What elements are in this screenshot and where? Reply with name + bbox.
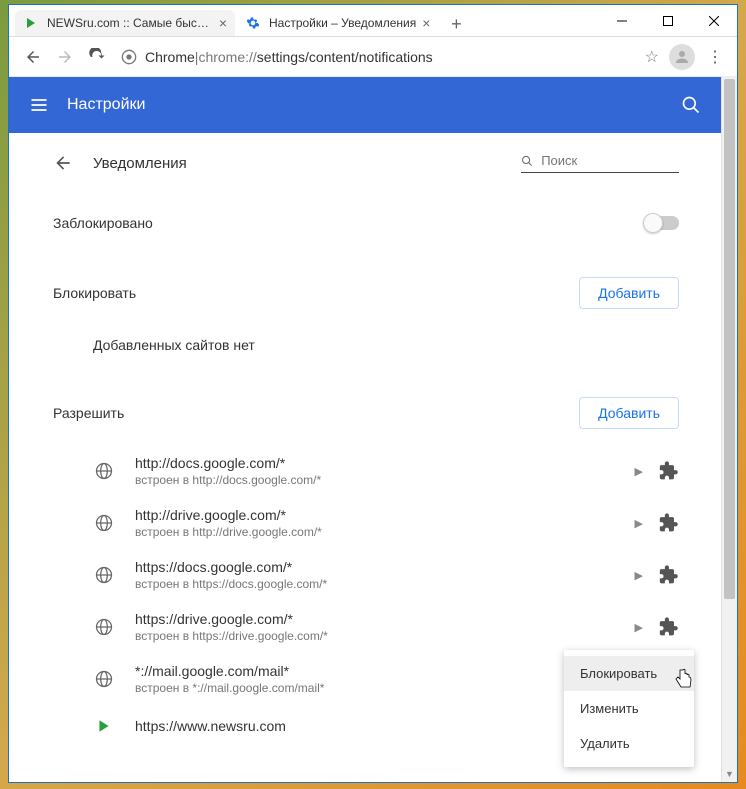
tabs-area: NEWSru.com :: Самые быстрые × Настройки …: [9, 5, 599, 36]
globe-icon: [93, 715, 115, 737]
block-empty-message: Добавленных сайтов нет: [53, 325, 721, 365]
add-block-button[interactable]: Добавить: [579, 277, 679, 309]
site-embed: встроен в https://docs.google.com/*: [135, 577, 619, 591]
bookmark-star-icon[interactable]: ☆: [645, 47, 659, 67]
tab-title: Настройки – Уведомления: [269, 16, 416, 30]
address-path: settings/content/notifications: [257, 49, 433, 65]
tab-settings[interactable]: Настройки – Уведомления ×: [237, 10, 438, 36]
page-header: Уведомления: [53, 153, 721, 173]
site-expand-icon[interactable]: ▶: [635, 517, 643, 530]
content-scrollbar[interactable]: ▲ ▼: [721, 77, 737, 782]
site-embed: встроен в http://docs.google.com/*: [135, 473, 619, 487]
settings-header: Настройки: [9, 77, 721, 133]
search-field[interactable]: [521, 153, 679, 173]
extension-icon[interactable]: [659, 617, 679, 637]
minimize-button[interactable]: [599, 5, 645, 37]
extension-icon[interactable]: [659, 513, 679, 533]
tab-newsru[interactable]: NEWSru.com :: Самые быстрые ×: [15, 10, 235, 36]
globe-icon: [93, 564, 115, 586]
scrollbar-thumb[interactable]: [724, 79, 735, 599]
globe-icon: [93, 460, 115, 482]
site-text: https://docs.google.com/* встроен в https…: [135, 559, 619, 591]
toolbar: Chrome | chrome:// settings/content/noti…: [9, 37, 737, 77]
forward-button[interactable]: [49, 41, 81, 73]
context-item-edit[interactable]: Изменить: [564, 691, 694, 726]
extension-icon[interactable]: [659, 461, 679, 481]
close-button[interactable]: [691, 5, 737, 37]
site-row[interactable]: https://drive.google.com/* встроен в http…: [53, 601, 721, 653]
site-url: *://mail.google.com/mail*: [135, 663, 619, 679]
titlebar: NEWSru.com :: Самые быстрые × Настройки …: [9, 5, 737, 37]
reload-button[interactable]: [81, 41, 113, 73]
site-url: https://drive.google.com/*: [135, 611, 619, 627]
allow-section-title: Разрешить: [53, 405, 579, 421]
blocked-toggle-row: Заблокировано: [53, 201, 721, 245]
new-tab-button[interactable]: +: [444, 12, 468, 36]
back-button[interactable]: [17, 41, 49, 73]
window-controls: [599, 5, 737, 36]
site-url: http://docs.google.com/*: [135, 455, 619, 471]
tab-title: NEWSru.com :: Самые быстрые: [47, 16, 213, 30]
search-input[interactable]: [541, 153, 679, 168]
tab-close-icon[interactable]: ×: [422, 15, 430, 31]
site-embed: встроен в https://drive.google.com/*: [135, 629, 619, 643]
site-expand-icon[interactable]: ▶: [635, 569, 643, 582]
header-search-icon[interactable]: [681, 95, 701, 115]
blocked-label: Заблокировано: [53, 215, 645, 231]
blocked-toggle[interactable]: [645, 216, 679, 230]
site-row[interactable]: http://docs.google.com/* встроен в http:/…: [53, 445, 721, 497]
block-section-header: Блокировать Добавить: [53, 261, 721, 325]
chrome-icon: [121, 49, 137, 65]
allow-section-header: Разрешить Добавить: [53, 381, 721, 445]
block-section-title: Блокировать: [53, 285, 579, 301]
scroll-down-icon[interactable]: ▼: [722, 766, 737, 782]
add-allow-button[interactable]: Добавить: [579, 397, 679, 429]
globe-icon: [93, 512, 115, 534]
newsru-favicon-icon: [23, 15, 39, 31]
back-arrow-icon[interactable]: [53, 153, 73, 173]
context-item-delete[interactable]: Удалить: [564, 726, 694, 761]
hamburger-icon[interactable]: [29, 95, 49, 115]
globe-icon: [93, 668, 115, 690]
address-proto: chrome://: [198, 49, 256, 65]
site-text: *://mail.google.com/mail* встроен в *://m…: [135, 663, 619, 695]
address-prefix: Chrome: [145, 49, 195, 65]
site-text: http://docs.google.com/* встроен в http:/…: [135, 455, 619, 487]
search-icon: [521, 154, 533, 168]
gear-icon: [245, 15, 261, 31]
site-url: https://docs.google.com/*: [135, 559, 619, 575]
settings-title: Настройки: [67, 96, 681, 114]
globe-icon: [93, 616, 115, 638]
site-row[interactable]: http://drive.google.com/* встроен в http:…: [53, 497, 721, 549]
address-bar[interactable]: Chrome | chrome:// settings/content/noti…: [121, 43, 633, 71]
profile-avatar[interactable]: [669, 44, 695, 70]
page-title: Уведомления: [93, 155, 187, 172]
site-row[interactable]: https://docs.google.com/* встроен в https…: [53, 549, 721, 601]
site-expand-icon[interactable]: ▶: [635, 621, 643, 634]
tab-close-icon[interactable]: ×: [219, 15, 227, 31]
extension-icon[interactable]: [659, 565, 679, 585]
site-text: http://drive.google.com/* встроен в http:…: [135, 507, 619, 539]
maximize-button[interactable]: [645, 5, 691, 37]
site-embed: встроен в http://drive.google.com/*: [135, 525, 619, 539]
site-embed: встроен в *://mail.google.com/mail*: [135, 681, 619, 695]
site-expand-icon[interactable]: ▶: [635, 465, 643, 478]
cursor-icon: [674, 668, 694, 690]
site-text: https://drive.google.com/* встроен в http…: [135, 611, 619, 643]
menu-button[interactable]: ⋮: [701, 47, 729, 67]
site-url: http://drive.google.com/*: [135, 507, 619, 523]
